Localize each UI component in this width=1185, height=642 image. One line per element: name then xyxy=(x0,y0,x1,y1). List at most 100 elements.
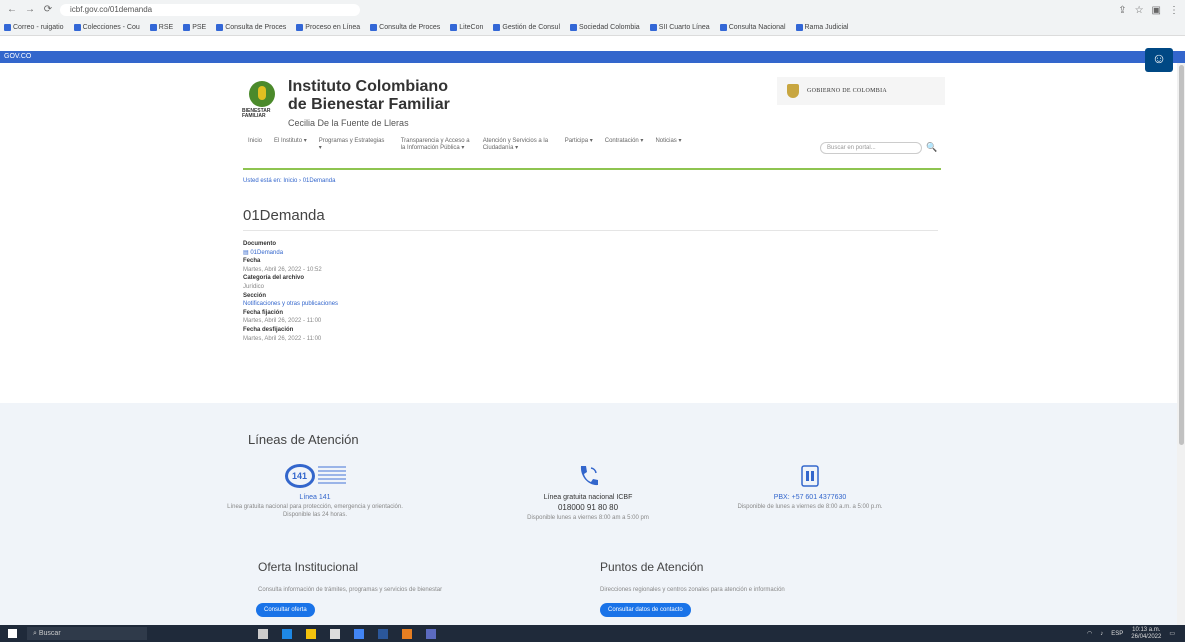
fijacion-label: Fecha fijación xyxy=(243,309,284,316)
govco-bar: GOV.CO xyxy=(0,51,1185,63)
file-explorer-icon[interactable] xyxy=(306,628,316,639)
govco-link[interactable]: GOV.CO xyxy=(4,53,31,60)
menu-item[interactable]: Participa ▾ xyxy=(565,138,593,152)
network-icon[interactable]: ◠ xyxy=(1087,630,1092,637)
bookmark-label: SII Cuarto Línea xyxy=(658,24,710,31)
consultar-oferta-button[interactable]: Consultar oferta xyxy=(256,603,315,617)
line-141-icon: 141 xyxy=(284,464,315,488)
search-input[interactable]: Buscar en portal... xyxy=(820,142,922,154)
documento-link[interactable]: ▤ 01Demanda xyxy=(243,249,338,258)
puntos-desc: Direcciones regionales y centros zonales… xyxy=(600,587,785,593)
search-icon[interactable]: 🔍 xyxy=(926,142,937,153)
menu-kebab-icon[interactable]: ⋮ xyxy=(1169,5,1179,16)
menu-item[interactable]: Programas y Estrategias ▾ xyxy=(319,138,389,152)
oferta-title: Oferta Institucional xyxy=(258,560,359,574)
accessibility-button[interactable]: ☺ xyxy=(1145,48,1173,72)
address-bar[interactable]: icbf.gov.co/01demanda xyxy=(60,4,360,16)
forward-icon[interactable]: → xyxy=(24,4,36,16)
bookmark-favicon-icon xyxy=(149,24,157,31)
breadcrumb-path[interactable]: Inicio › 01Demanda xyxy=(283,178,335,184)
linea-gratuita-card: Línea gratuita nacional ICBF 018000 91 8… xyxy=(488,460,688,522)
bookmark-item[interactable]: PSE xyxy=(183,24,206,31)
menu-item[interactable]: Contratación ▾ xyxy=(605,138,644,152)
seccion-link[interactable]: Notificaciones y otras publicaciones xyxy=(243,300,338,309)
linea-141-card: 141 Línea 141 Línea gratuita nacional pa… xyxy=(215,460,415,519)
desfijacion-label: Fecha desfijación xyxy=(243,326,294,333)
gobierno-badge[interactable]: GOBIERNO DE COLOMBIA xyxy=(777,77,945,105)
document-details: Documento ▤ 01Demanda Fecha Martes, Abri… xyxy=(243,240,338,343)
bookmark-item[interactable]: Proceso en Línea xyxy=(296,24,360,31)
bookmark-item[interactable]: Correo - ruigatio xyxy=(4,24,64,31)
linea-gratuita-name: Línea gratuita nacional ICBF xyxy=(543,494,633,501)
bookmark-favicon-icon xyxy=(570,24,577,31)
linea-141-link[interactable]: Línea 141 xyxy=(215,494,415,501)
bookmark-item[interactable]: RSE xyxy=(149,24,173,31)
gobierno-label: GOBIERNO DE COLOMBIA xyxy=(807,88,887,94)
bookmark-favicon-icon xyxy=(4,24,11,31)
bookmark-item[interactable]: Rama Judicial xyxy=(795,24,848,31)
bookmark-label: Gestión de Consul xyxy=(502,24,560,31)
bookmark-favicon-icon xyxy=(296,24,304,31)
bookmark-label: Consulta de Proces xyxy=(379,24,441,31)
bookmark-item[interactable]: Consulta de Proces xyxy=(370,24,440,31)
breadcrumb-prefix: Usted está en: xyxy=(243,178,282,184)
bookmark-item[interactable]: SII Cuarto Línea xyxy=(649,24,710,31)
bookmark-item[interactable]: Consulta de Proces xyxy=(216,24,286,31)
bookmark-item[interactable]: Sociedad Colombia xyxy=(570,24,640,31)
documento-link-text[interactable]: 01Demanda xyxy=(250,250,283,256)
clock[interactable]: 10:13 a.m. 26/04/2022 xyxy=(1131,627,1161,641)
menu-item[interactable]: El Instituto ▾ xyxy=(274,138,307,152)
menu-item[interactable]: Noticias ▾ xyxy=(655,138,681,152)
chrome-icon[interactable] xyxy=(354,628,364,639)
edge-icon[interactable] xyxy=(282,628,292,639)
pbx-card: PBX: +57 601 4377630 Disponible de lunes… xyxy=(725,460,895,511)
taskbar-apps xyxy=(258,628,436,639)
site-logo[interactable]: BIENESTAR FAMILIAR Instituto Colombiano … xyxy=(242,78,450,130)
windows-start-icon[interactable] xyxy=(8,629,17,638)
extensions-icon[interactable]: ▣ xyxy=(1152,5,1161,16)
bookmark-favicon-icon xyxy=(183,24,191,31)
reload-icon[interactable]: ⟳ xyxy=(42,4,54,16)
teams-icon[interactable] xyxy=(426,628,436,639)
app-icon[interactable] xyxy=(402,628,412,639)
menu-item[interactable]: Transparencia y Acceso a la Información … xyxy=(401,138,471,152)
page-scrollbar[interactable] xyxy=(1177,63,1185,625)
institution-name-line2: de Bienestar Familiar xyxy=(288,96,450,113)
browser-toolbar: ← → ⟳ icbf.gov.co/01demanda ⇪ ☆ ▣ ⋮ xyxy=(0,0,1185,20)
taskbar-search[interactable]: ⌕ Buscar xyxy=(27,627,147,640)
institution-name-line1: Instituto Colombiano xyxy=(288,78,448,95)
notifications-icon[interactable]: ▭ xyxy=(1169,630,1175,637)
consultar-contacto-button[interactable]: Consultar datos de contacto xyxy=(600,603,691,617)
windows-taskbar: ⌕ Buscar ◠ ♪ ESP 10:13 a.m. 26/04/2022 ▭ xyxy=(0,625,1185,642)
bookmark-item[interactable]: Consulta Nacional xyxy=(719,24,786,31)
phone-icon xyxy=(488,460,688,492)
fijacion-value: Martes, Abril 26, 2022 - 11:00 xyxy=(243,318,322,325)
pbx-link[interactable]: PBX: +57 601 4377630 xyxy=(725,494,895,501)
lineas-title: Líneas de Atención xyxy=(248,432,359,447)
word-icon[interactable] xyxy=(378,628,388,639)
linea-gratuita-desc: Disponible lunes a viernes 8:00 am a 5:0… xyxy=(527,515,649,521)
fecha-value: Martes, Abril 26, 2022 - 10:52 xyxy=(243,266,322,273)
bookmark-favicon-icon xyxy=(649,24,657,31)
bookmark-star-icon[interactable]: ☆ xyxy=(1135,5,1144,16)
bookmark-item[interactable]: Colecciones - Cou xyxy=(73,24,140,31)
task-view-icon[interactable] xyxy=(258,628,268,639)
institution-subtitle: Cecilia De la Fuente de Lleras xyxy=(288,118,409,128)
back-icon[interactable]: ← xyxy=(6,4,18,16)
line-141-logo-text xyxy=(317,466,346,486)
share-icon[interactable]: ⇪ xyxy=(1118,5,1126,16)
menu-item[interactable]: Inicio xyxy=(248,138,262,152)
store-icon[interactable] xyxy=(330,628,340,639)
pbx-building-icon xyxy=(725,460,895,492)
language-indicator[interactable]: ESP xyxy=(1111,631,1123,637)
bookmark-label: Proceso en Línea xyxy=(305,24,361,31)
bookmark-item[interactable]: Gestión de Consul xyxy=(493,24,560,31)
bookmark-item[interactable]: LiteCon xyxy=(450,24,483,31)
scrollbar-thumb[interactable] xyxy=(1178,65,1184,445)
volume-icon[interactable]: ♪ xyxy=(1100,631,1103,637)
bookmarks-bar: Correo - ruigatio Colecciones - Cou RSE PSE… xyxy=(0,20,1185,36)
title-divider xyxy=(243,230,938,231)
bookmark-label: Colecciones - Cou xyxy=(82,24,140,31)
page-title: 01Demanda xyxy=(243,207,325,224)
menu-item[interactable]: Atención y Servicios a la Ciudadanía ▾ xyxy=(483,138,553,152)
